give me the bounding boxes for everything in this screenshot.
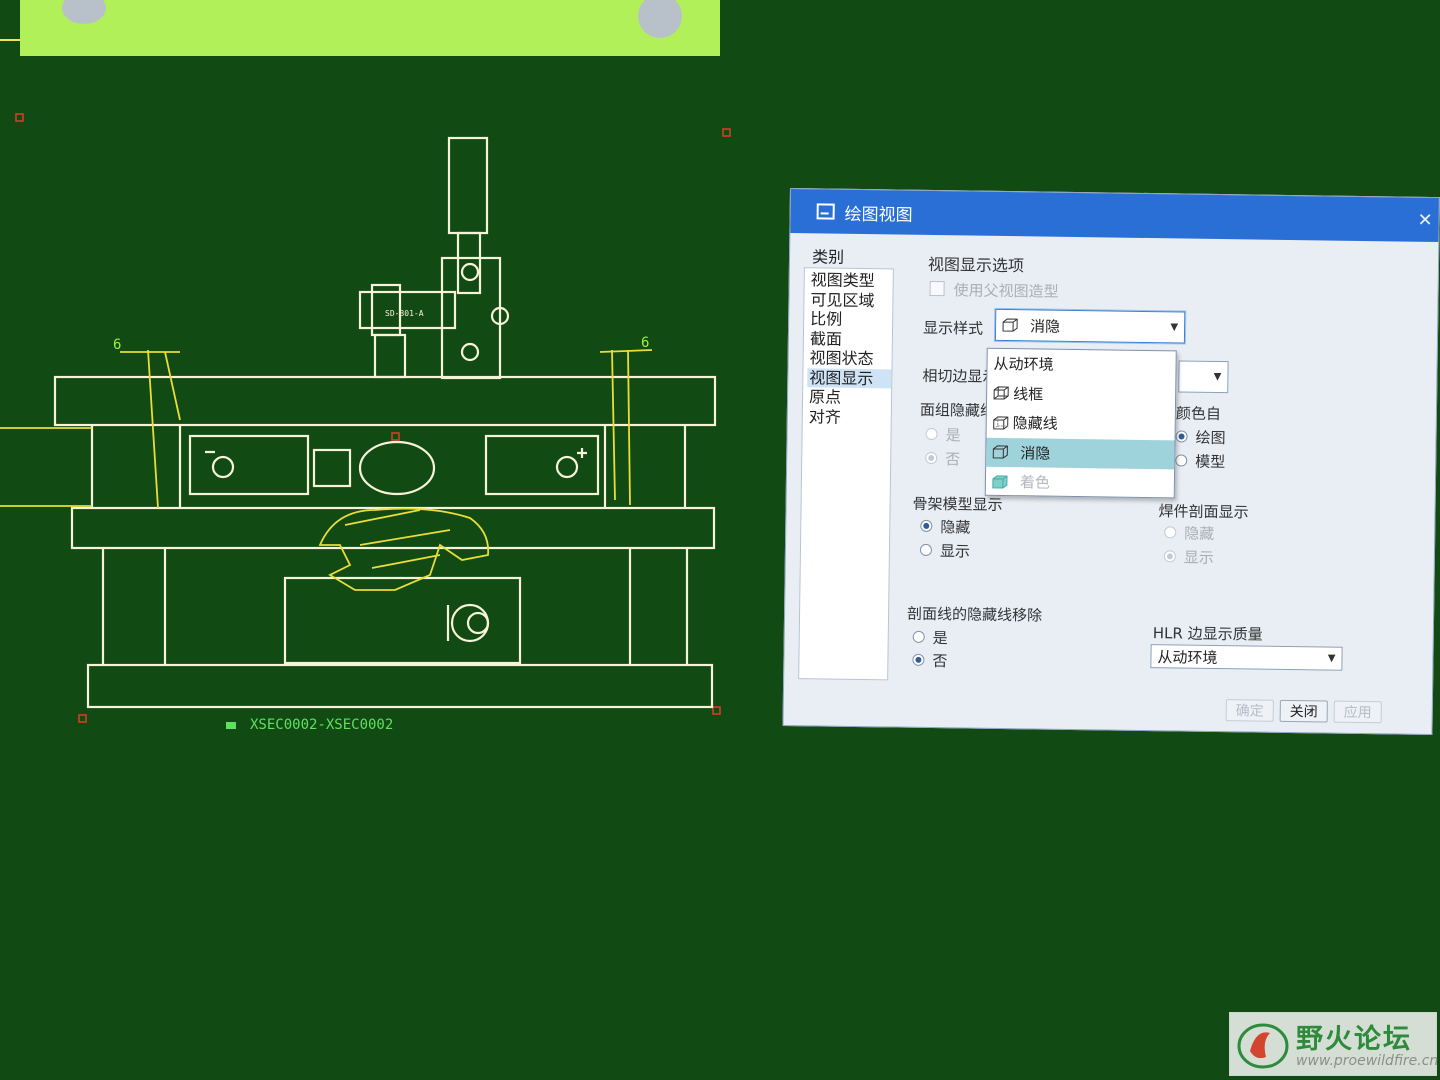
skeleton-hide-radio[interactable] [920,519,933,533]
watermark-url: www.proewildfire.cn [1296,1053,1439,1069]
weld-section-label: 焊件剖面显示 [1158,502,1249,522]
chevron-down-icon: ▼ [1213,371,1222,383]
color-model-label: 模型 [1195,452,1226,472]
top-view-fill [20,0,720,56]
color-model-radio[interactable] [1175,454,1188,467]
weld-show-label: 显示 [1183,548,1215,567]
category-list: 视图类型 可见区域 比例 截面 视图状态 视图显示 原点 对齐 [798,267,894,681]
view-corner-marker [15,113,24,122]
watermark-title: 野火论坛 [1296,1024,1412,1055]
section-no-label: 否 [932,652,948,671]
section-tag-icon [226,721,236,729]
quilt-no-radio[interactable] [925,451,938,465]
color-drawing-radio[interactable] [1175,430,1188,443]
use-parent-checkbox[interactable] [929,280,945,297]
apply-button[interactable]: 应用 [1333,700,1382,724]
ok-button[interactable]: 确定 [1225,699,1274,722]
close-icon[interactable]: ✕ [1417,210,1432,231]
use-parent-label: 使用父视图造型 [953,281,1059,301]
weld-show-radio[interactable] [1163,550,1176,563]
shaded-cube-icon [992,475,1008,489]
dimension-right: 6 [641,335,649,351]
chevron-down-icon: ▼ [1170,321,1179,333]
clamp-handle [447,136,489,235]
display-style-dropdown: 从动环境 线框 隐藏线 消隐 着色 [984,347,1177,499]
dimension-left: 6 [113,337,121,353]
category-item-visible-area[interactable]: 可见区域 [808,290,892,311]
option-no-hidden[interactable]: 消隐 [986,437,1175,470]
display-style-combo[interactable]: 消隐 ▼ [994,308,1186,344]
color-drawing-label: 绘图 [1195,428,1226,448]
category-item-view-display[interactable]: 视图显示 [807,367,892,389]
mold-assembly [53,136,717,709]
hlr-quality-value: 从动环境 [1157,647,1218,667]
close-button[interactable]: 关闭 [1279,699,1328,723]
option-shaded[interactable]: 着色 [986,467,1174,499]
category-item-alignment[interactable]: 对齐 [807,407,891,428]
category-item-scale[interactable]: 比例 [808,309,892,330]
tangent-edge-combo[interactable]: ▼ [1178,360,1229,394]
option-follow-environment[interactable]: 从动环境 [987,349,1175,381]
hidden-line-cube-icon [993,416,1009,430]
category-item-origin[interactable]: 原点 [807,387,891,408]
category-item-view-type[interactable]: 视图类型 [809,270,893,291]
option-hidden-line[interactable]: 隐藏线 [987,408,1175,440]
hlr-quality-label: HLR 边显示质量 [1152,624,1263,644]
quilt-no-label: 否 [945,450,961,469]
section-yes-radio[interactable] [912,630,925,643]
display-style-label: 显示样式 [922,318,984,338]
section-hidden-label: 剖面线的隐藏线移除 [906,604,1043,625]
view-corner-marker [78,714,87,723]
category-item-view-state[interactable]: 视图状态 [807,348,891,369]
section-no-radio[interactable] [912,653,925,666]
bottom-plate [86,663,714,709]
view-caption: XSEC0002-XSEC0002 [226,717,393,733]
color-from-label: 颜色自 [1175,404,1222,424]
skeleton-show-radio[interactable] [919,543,933,557]
category-item-section[interactable]: 截面 [808,329,892,350]
quilt-yes-label: 是 [945,426,961,445]
skeleton-hide-label: 隐藏 [940,518,971,537]
chevron-down-icon: ▼ [1327,653,1336,665]
no-hidden-cube-icon [1002,318,1018,332]
view-corner-marker [712,706,721,715]
section-yes-label: 是 [932,629,948,648]
top-plate [53,375,717,427]
quilt-yes-radio[interactable] [925,427,938,441]
middle-plate [70,506,716,550]
dialog-titlebar[interactable]: 绘图视图 ✕ [790,189,1439,243]
hlr-quality-combo[interactable]: 从动环境 ▼ [1150,644,1343,671]
forum-watermark: 野火论坛 www.proewildfire.cn [1229,1012,1439,1076]
quilt-hidden-label: 面组隐藏线 [919,400,996,420]
section-lines [0,349,653,591]
view-corner-marker [722,128,731,137]
dialog-title: 绘图视图 [844,204,913,226]
category-label: 类别 [811,247,845,267]
display-style-value: 消隐 [1029,316,1061,336]
wireframe-cube-icon [993,386,1009,400]
dialog-app-icon [816,203,835,220]
weld-hide-radio[interactable] [1164,526,1177,539]
forum-logo-icon [1237,1023,1289,1069]
no-hidden-cube-icon [992,445,1008,459]
drawing-view-dialog: 绘图视图 ✕ 类别 视图类型 可见区域 比例 截面 视图状态 视图显示 原点 对… [782,188,1440,736]
weld-hide-label: 隐藏 [1184,524,1215,543]
skeleton-show-label: 显示 [939,542,971,561]
option-wireframe[interactable]: 线框 [987,378,1175,410]
part-label: SD-301-A [385,309,424,318]
section-title: 视图显示选项 [927,254,1025,276]
